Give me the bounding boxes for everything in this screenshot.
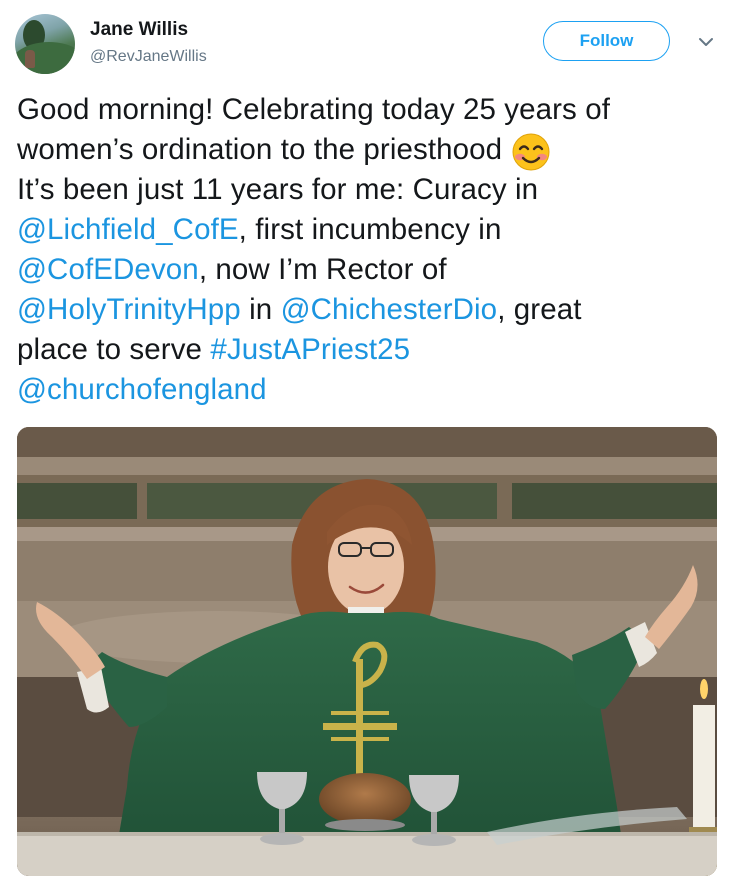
tweet-line: @Lichfield_CofE, first incumbency in <box>17 210 729 250</box>
tweet-line-text: place to serve <box>17 333 211 366</box>
avatar-hill <box>15 42 75 74</box>
mention-link[interactable]: @churchofengland <box>17 373 267 406</box>
avatar[interactable] <box>15 14 75 74</box>
tweet-line-text: , great <box>497 293 582 326</box>
smiling-face-emoji-icon <box>511 130 553 171</box>
tweet-line-text: women’s ordination to the priesthood <box>17 133 511 166</box>
tweet-line: place to serve #JustAPriest25 <box>17 330 729 370</box>
tweet-line-text: , first incumbency in <box>238 213 502 246</box>
tweet-photo[interactable] <box>17 427 717 876</box>
tweet-line: Good morning! Celebrating today 25 years… <box>17 93 611 126</box>
mention-link[interactable]: @Lichfield_CofE <box>17 213 239 246</box>
mention-link[interactable]: @ChichesterDio <box>281 293 498 326</box>
author-handle[interactable]: @RevJaneWillis <box>90 48 207 66</box>
priest-photo-illustration <box>17 427 717 876</box>
tweet-line: @HolyTrinityHpp in @ChichesterDio, great <box>17 290 729 330</box>
mention-link[interactable]: @HolyTrinityHpp <box>17 293 241 326</box>
tweet-line-text: in <box>240 293 281 326</box>
follow-button[interactable]: Follow <box>543 21 670 61</box>
author-name[interactable]: Jane Willis <box>90 19 188 41</box>
tweet-line: women’s ordination to the priesthood <box>17 130 729 171</box>
hashtag-link[interactable]: #JustAPriest25 <box>210 333 410 366</box>
tweet-line: @CofEDevon, now I’m Rector of <box>17 250 729 290</box>
tweet-text: Good morning! Celebrating today 25 years… <box>17 90 729 410</box>
chevron-down-icon[interactable] <box>697 35 715 49</box>
mention-link[interactable]: @CofEDevon <box>17 253 199 286</box>
avatar-figure <box>25 50 35 68</box>
tweet-card: Jane Willis @RevJaneWillis Follow Good m… <box>0 0 742 886</box>
tweet-line: @churchofengland <box>17 370 729 410</box>
tweet-line-text: , now I’m Rector of <box>198 253 447 286</box>
tweet-line: It’s been just 11 years for me: Curacy i… <box>17 173 539 206</box>
